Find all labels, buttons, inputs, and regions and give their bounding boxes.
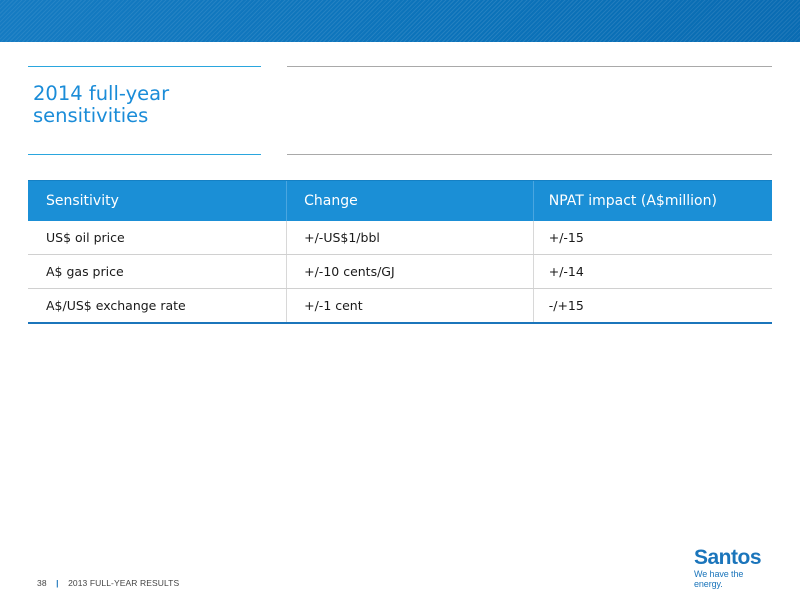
sensitivities-table: Sensitivity Change NPAT impact (A$millio… xyxy=(28,180,772,324)
title-rule-right-top xyxy=(287,66,772,67)
table-cell-sensitivity: A$ gas price xyxy=(28,254,287,289)
table-cell-npat-impact: +/-14 xyxy=(532,254,772,289)
page-title: 2014 full-year sensitivities xyxy=(33,82,170,127)
table-cell-sensitivity: US$ oil price xyxy=(28,221,287,255)
title-rule-left-bottom xyxy=(28,154,261,155)
top-banner-shade xyxy=(0,0,800,42)
table-row: A$/US$ exchange rate +/-1 cent -/+15 xyxy=(28,288,772,324)
page-number: 38 xyxy=(37,578,47,588)
table-cell-change: +/-1 cent xyxy=(286,288,534,324)
logo-tagline: We have the energy. xyxy=(694,569,744,589)
table-row: US$ oil price +/-US$1/bbl +/-15 xyxy=(28,221,772,255)
column-header-sensitivity: Sensitivity xyxy=(28,180,287,221)
table-cell-npat-impact: -/+15 xyxy=(532,288,772,324)
column-header-npat-impact: NPAT impact (A$million) xyxy=(532,180,772,221)
logo-wordmark: Santos xyxy=(694,546,762,569)
slide-footer: 38 | 2013 FULL-YEAR RESULTS xyxy=(37,578,179,588)
column-header-change: Change xyxy=(286,180,534,221)
table-row: A$ gas price +/-10 cents/GJ +/-14 xyxy=(28,254,772,289)
table-cell-npat-impact: +/-15 xyxy=(532,221,772,255)
table-cell-sensitivity: A$/US$ exchange rate xyxy=(28,288,287,324)
table-header-row: Sensitivity Change NPAT impact (A$millio… xyxy=(28,180,772,221)
table-cell-change: +/-10 cents/GJ xyxy=(286,254,534,289)
title-rule-left-top xyxy=(28,66,261,67)
footer-label: 2013 FULL-YEAR RESULTS xyxy=(68,578,180,588)
santos-logo: Santos We have the energy. xyxy=(694,546,774,589)
footer-separator: | xyxy=(56,578,59,588)
table-cell-change: +/-US$1/bbl xyxy=(286,221,534,255)
title-rule-right-bottom xyxy=(287,154,772,155)
